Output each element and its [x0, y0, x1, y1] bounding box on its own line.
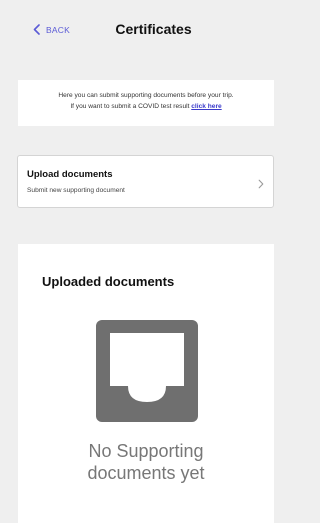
uploaded-documents-card: Uploaded documents No Supporting documen… — [18, 244, 274, 523]
page-title: Certificates — [115, 21, 192, 37]
upload-documents-subtitle: Submit new supporting document — [27, 187, 125, 194]
info-text-prefix: If you want to submit a COVID test resul… — [70, 103, 192, 110]
info-banner: Here you can submit supporting documents… — [18, 80, 274, 126]
upload-documents-row[interactable]: Upload documents Submit new supporting d… — [17, 155, 274, 208]
chevron-right-icon — [258, 176, 264, 194]
upload-documents-title: Upload documents — [27, 169, 113, 180]
covid-click-here-link[interactable]: click here — [191, 103, 221, 110]
uploaded-documents-title: Uploaded documents — [42, 274, 175, 289]
app-header: BACK Certificates — [0, 0, 275, 62]
empty-state-line1: No Supporting — [88, 441, 204, 461]
info-text-line2: If you want to submit a COVID test resul… — [18, 101, 274, 112]
empty-state-line2: documents yet — [87, 463, 205, 483]
info-text-line1: Here you can submit supporting documents… — [58, 92, 234, 99]
inbox-tray-icon — [96, 320, 198, 422]
